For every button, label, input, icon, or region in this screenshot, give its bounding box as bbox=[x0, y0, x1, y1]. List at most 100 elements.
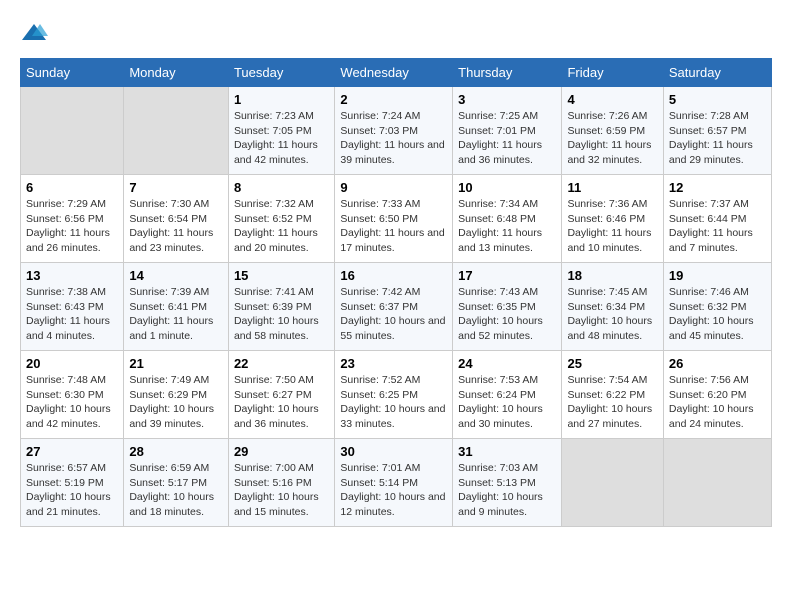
calendar-cell: 23 Sunrise: 7:52 AMSunset: 6:25 PMDayligh… bbox=[335, 351, 453, 439]
calendar-cell: 14Sunrise: 7:39 AMSunset: 6:41 PMDayligh… bbox=[124, 263, 229, 351]
weekday-header-monday: Monday bbox=[124, 59, 229, 87]
calendar-week-row: 13 Sunrise: 7:38 AMSunset: 6:43 PMDayligh… bbox=[21, 263, 772, 351]
day-number: 10 bbox=[458, 180, 556, 195]
day-number: 11 bbox=[567, 180, 657, 195]
logo-icon bbox=[20, 20, 48, 48]
day-info: Sunrise: 7:54 AMSunset: 6:22 PMDaylight:… bbox=[567, 373, 657, 432]
day-info: Sunrise: 7:34 AMSunset: 6:48 PMDaylight:… bbox=[458, 197, 556, 256]
calendar-cell bbox=[663, 439, 771, 527]
day-info: Sunrise: 7:46 AMSunset: 6:32 PMDaylight:… bbox=[669, 285, 766, 344]
calendar-week-row: 6 Sunrise: 7:29 AMSunset: 6:56 PMDaylight… bbox=[21, 175, 772, 263]
calendar-cell: 8Sunrise: 7:32 AMSunset: 6:52 PMDaylight… bbox=[228, 175, 334, 263]
day-info: Sunrise: 6:59 AMSunset: 5:17 PMDaylight:… bbox=[129, 461, 223, 520]
day-info: Sunrise: 7:43 AMSunset: 6:35 PMDaylight:… bbox=[458, 285, 556, 344]
weekday-header-saturday: Saturday bbox=[663, 59, 771, 87]
day-info: Sunrise: 7:03 AMSunset: 5:13 PMDaylight:… bbox=[458, 461, 556, 520]
day-number: 1 bbox=[234, 92, 329, 107]
calendar-cell: 15 Sunrise: 7:41 AMSunset: 6:39 PMDayligh… bbox=[228, 263, 334, 351]
day-info: Sunrise: 7:56 AMSunset: 6:20 PMDaylight:… bbox=[669, 373, 766, 432]
calendar-cell: 4 Sunrise: 7:26 AMSunset: 6:59 PMDaylight… bbox=[562, 87, 663, 175]
calendar-cell: 7 Sunrise: 7:30 AMSunset: 6:54 PMDaylight… bbox=[124, 175, 229, 263]
day-number: 9 bbox=[340, 180, 447, 195]
day-number: 16 bbox=[340, 268, 447, 283]
calendar-cell: 26Sunrise: 7:56 AMSunset: 6:20 PMDayligh… bbox=[663, 351, 771, 439]
day-info: Sunrise: 7:26 AMSunset: 6:59 PMDaylight:… bbox=[567, 109, 657, 168]
day-number: 2 bbox=[340, 92, 447, 107]
calendar-cell: 31 Sunrise: 7:03 AMSunset: 5:13 PMDayligh… bbox=[453, 439, 562, 527]
day-info: Sunrise: 7:28 AMSunset: 6:57 PMDaylight:… bbox=[669, 109, 766, 168]
calendar-cell: 25 Sunrise: 7:54 AMSunset: 6:22 PMDayligh… bbox=[562, 351, 663, 439]
calendar-table: SundayMondayTuesdayWednesdayThursdayFrid… bbox=[20, 58, 772, 527]
calendar-week-row: 1 Sunrise: 7:23 AMSunset: 7:05 PMDaylight… bbox=[21, 87, 772, 175]
calendar-cell: 24 Sunrise: 7:53 AMSunset: 6:24 PMDayligh… bbox=[453, 351, 562, 439]
page-header bbox=[20, 20, 772, 48]
day-number: 24 bbox=[458, 356, 556, 371]
day-number: 21 bbox=[129, 356, 223, 371]
day-info: Sunrise: 7:23 AMSunset: 7:05 PMDaylight:… bbox=[234, 109, 329, 168]
calendar-cell: 29Sunrise: 7:00 AMSunset: 5:16 PMDayligh… bbox=[228, 439, 334, 527]
day-info: Sunrise: 7:52 AMSunset: 6:25 PMDaylight:… bbox=[340, 373, 447, 432]
day-number: 6 bbox=[26, 180, 118, 195]
day-info: Sunrise: 7:41 AMSunset: 6:39 PMDaylight:… bbox=[234, 285, 329, 344]
day-info: Sunrise: 7:39 AMSunset: 6:41 PMDaylight:… bbox=[129, 285, 223, 344]
day-info: Sunrise: 7:29 AMSunset: 6:56 PMDaylight:… bbox=[26, 197, 118, 256]
day-info: Sunrise: 7:42 AMSunset: 6:37 PMDaylight:… bbox=[340, 285, 447, 344]
day-number: 29 bbox=[234, 444, 329, 459]
day-number: 23 bbox=[340, 356, 447, 371]
calendar-cell: 30 Sunrise: 7:01 AMSunset: 5:14 PMDayligh… bbox=[335, 439, 453, 527]
calendar-week-row: 20 Sunrise: 7:48 AMSunset: 6:30 PMDayligh… bbox=[21, 351, 772, 439]
calendar-cell: 6 Sunrise: 7:29 AMSunset: 6:56 PMDaylight… bbox=[21, 175, 124, 263]
day-number: 15 bbox=[234, 268, 329, 283]
weekday-header-friday: Friday bbox=[562, 59, 663, 87]
calendar-cell: 9 Sunrise: 7:33 AMSunset: 6:50 PMDaylight… bbox=[335, 175, 453, 263]
day-number: 12 bbox=[669, 180, 766, 195]
calendar-cell: 13 Sunrise: 7:38 AMSunset: 6:43 PMDayligh… bbox=[21, 263, 124, 351]
day-number: 30 bbox=[340, 444, 447, 459]
calendar-cell: 3 Sunrise: 7:25 AMSunset: 7:01 PMDaylight… bbox=[453, 87, 562, 175]
day-number: 8 bbox=[234, 180, 329, 195]
calendar-cell: 20 Sunrise: 7:48 AMSunset: 6:30 PMDayligh… bbox=[21, 351, 124, 439]
day-number: 20 bbox=[26, 356, 118, 371]
day-info: Sunrise: 7:36 AMSunset: 6:46 PMDaylight:… bbox=[567, 197, 657, 256]
weekday-header-wednesday: Wednesday bbox=[335, 59, 453, 87]
calendar-cell: 10 Sunrise: 7:34 AMSunset: 6:48 PMDayligh… bbox=[453, 175, 562, 263]
day-number: 25 bbox=[567, 356, 657, 371]
day-info: Sunrise: 7:25 AMSunset: 7:01 PMDaylight:… bbox=[458, 109, 556, 168]
day-info: Sunrise: 6:57 AMSunset: 5:19 PMDaylight:… bbox=[26, 461, 118, 520]
day-info: Sunrise: 7:50 AMSunset: 6:27 PMDaylight:… bbox=[234, 373, 329, 432]
day-info: Sunrise: 7:01 AMSunset: 5:14 PMDaylight:… bbox=[340, 461, 447, 520]
day-number: 5 bbox=[669, 92, 766, 107]
logo bbox=[20, 20, 52, 48]
calendar-cell: 5 Sunrise: 7:28 AMSunset: 6:57 PMDaylight… bbox=[663, 87, 771, 175]
day-info: Sunrise: 7:53 AMSunset: 6:24 PMDaylight:… bbox=[458, 373, 556, 432]
day-info: Sunrise: 7:33 AMSunset: 6:50 PMDaylight:… bbox=[340, 197, 447, 256]
day-number: 7 bbox=[129, 180, 223, 195]
calendar-cell bbox=[562, 439, 663, 527]
day-number: 31 bbox=[458, 444, 556, 459]
day-number: 13 bbox=[26, 268, 118, 283]
day-number: 19 bbox=[669, 268, 766, 283]
calendar-cell: 11 Sunrise: 7:36 AMSunset: 6:46 PMDayligh… bbox=[562, 175, 663, 263]
day-info: Sunrise: 7:24 AMSunset: 7:03 PMDaylight:… bbox=[340, 109, 447, 168]
calendar-cell bbox=[21, 87, 124, 175]
day-number: 28 bbox=[129, 444, 223, 459]
calendar-cell: 18Sunrise: 7:45 AMSunset: 6:34 PMDayligh… bbox=[562, 263, 663, 351]
day-number: 3 bbox=[458, 92, 556, 107]
day-number: 4 bbox=[567, 92, 657, 107]
calendar-cell: 28 Sunrise: 6:59 AMSunset: 5:17 PMDayligh… bbox=[124, 439, 229, 527]
calendar-cell: 21Sunrise: 7:49 AMSunset: 6:29 PMDayligh… bbox=[124, 351, 229, 439]
weekday-header-row: SundayMondayTuesdayWednesdayThursdayFrid… bbox=[21, 59, 772, 87]
calendar-cell: 2 Sunrise: 7:24 AMSunset: 7:03 PMDaylight… bbox=[335, 87, 453, 175]
day-number: 22 bbox=[234, 356, 329, 371]
day-info: Sunrise: 7:38 AMSunset: 6:43 PMDaylight:… bbox=[26, 285, 118, 344]
calendar-cell: 22 Sunrise: 7:50 AMSunset: 6:27 PMDayligh… bbox=[228, 351, 334, 439]
calendar-cell: 12Sunrise: 7:37 AMSunset: 6:44 PMDayligh… bbox=[663, 175, 771, 263]
day-info: Sunrise: 7:30 AMSunset: 6:54 PMDaylight:… bbox=[129, 197, 223, 256]
calendar-cell: 27Sunrise: 6:57 AMSunset: 5:19 PMDayligh… bbox=[21, 439, 124, 527]
calendar-cell: 16 Sunrise: 7:42 AMSunset: 6:37 PMDayligh… bbox=[335, 263, 453, 351]
day-info: Sunrise: 7:45 AMSunset: 6:34 PMDaylight:… bbox=[567, 285, 657, 344]
day-info: Sunrise: 7:48 AMSunset: 6:30 PMDaylight:… bbox=[26, 373, 118, 432]
weekday-header-sunday: Sunday bbox=[21, 59, 124, 87]
weekday-header-thursday: Thursday bbox=[453, 59, 562, 87]
calendar-cell: 1 Sunrise: 7:23 AMSunset: 7:05 PMDaylight… bbox=[228, 87, 334, 175]
